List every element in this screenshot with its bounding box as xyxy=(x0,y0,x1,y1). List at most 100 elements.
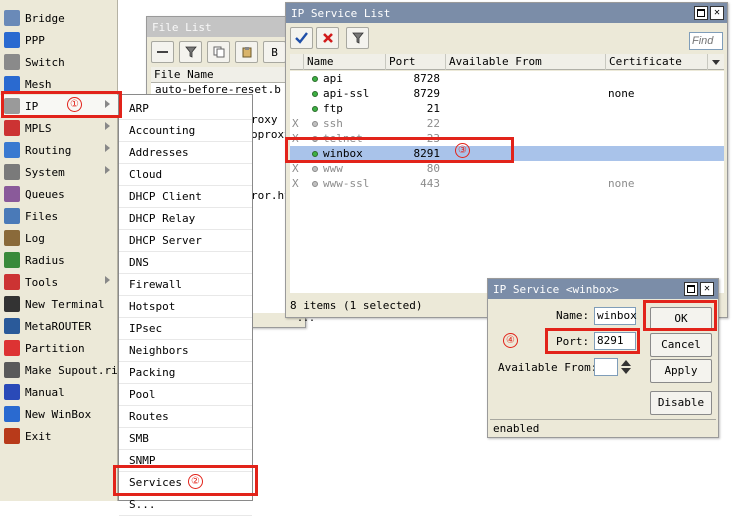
menu-item-pool[interactable]: Pool xyxy=(119,384,252,406)
sidebar-item-tools[interactable]: Tools xyxy=(0,271,118,293)
maximize-button[interactable] xyxy=(694,6,708,20)
sidebar-item-label: PPP xyxy=(25,33,45,47)
enable-button[interactable] xyxy=(290,27,313,49)
cell-cert xyxy=(608,101,708,116)
disable-button[interactable] xyxy=(316,27,339,49)
manual-icon xyxy=(4,384,20,400)
highlight-winbox-row xyxy=(285,137,514,163)
paste-button[interactable] xyxy=(235,41,258,63)
backup-button[interactable]: B xyxy=(263,41,286,63)
sidebar-item-queues[interactable]: Queues xyxy=(0,183,118,205)
available-from-column[interactable]: Available From xyxy=(446,54,606,70)
menu-item-smb[interactable]: SMB xyxy=(119,428,252,450)
certificate-column[interactable]: Certificate xyxy=(606,54,708,70)
cell-from xyxy=(446,176,606,191)
cell-cert xyxy=(608,71,708,86)
menu-item-ipsec[interactable]: IPsec xyxy=(119,318,252,340)
table-row[interactable]: ftp 21 xyxy=(290,101,724,116)
cell-from xyxy=(446,116,606,131)
table-row[interactable]: Xssh 22 xyxy=(290,116,724,131)
close-icon: ✕ xyxy=(713,7,721,18)
service-name: ftp xyxy=(323,102,343,115)
close-icon: ✕ xyxy=(703,283,711,294)
port-column[interactable]: Port xyxy=(386,54,446,70)
menu-item-cloud[interactable]: Cloud xyxy=(119,164,252,186)
file-list-titlebar: File List xyxy=(147,17,305,37)
sidebar-item-bridge[interactable]: Bridge xyxy=(0,7,118,29)
sidebar-item-label: MetaROUTER xyxy=(25,319,92,333)
available-from-spinner[interactable] xyxy=(621,359,631,375)
column-menu-button[interactable] xyxy=(708,54,724,70)
sidebar-item-make-supout-rif[interactable]: Make Supout.rif xyxy=(0,359,124,381)
sidebar-item-mpls[interactable]: MPLS xyxy=(0,117,118,139)
chevron-right-icon xyxy=(105,276,110,284)
sidebar-item-label: Mesh xyxy=(25,77,52,91)
sidebar-item-switch[interactable]: Switch xyxy=(0,51,118,73)
sidebar-item-routing[interactable]: Routing xyxy=(0,139,118,161)
table-row[interactable]: Xwww-ssl 443 none xyxy=(290,176,724,191)
menu-item-dhcp-client[interactable]: DHCP Client xyxy=(119,186,252,208)
ip-service-list-titlebar: IP Service List xyxy=(286,3,727,23)
winbox-icon xyxy=(4,406,20,422)
status-dot-icon xyxy=(312,106,318,112)
service-list-header: Name Port Available From Certificate xyxy=(290,54,724,70)
filter-button[interactable] xyxy=(346,27,369,49)
sidebar-item-partition[interactable]: Partition xyxy=(0,337,118,359)
menu-item-arp[interactable]: ARP xyxy=(119,98,252,120)
filter-button[interactable] xyxy=(179,41,202,63)
name-field[interactable]: winbox xyxy=(594,307,637,325)
cancel-button[interactable]: Cancel xyxy=(650,333,712,357)
table-row[interactable]: api 8728 xyxy=(290,71,724,86)
menu-item-hotspot[interactable]: Hotspot xyxy=(119,296,252,318)
sidebar-item-radius[interactable]: Radius xyxy=(0,249,118,271)
apply-button[interactable]: Apply xyxy=(650,359,712,383)
cell-flag: X xyxy=(292,177,299,190)
sidebar-item-label: System xyxy=(25,165,65,179)
menu-item-neighbors[interactable]: Neighbors xyxy=(119,340,252,362)
menu-item-accounting[interactable]: Accounting xyxy=(119,120,252,142)
sidebar-item-system[interactable]: System xyxy=(0,161,118,183)
name-column[interactable]: Name xyxy=(304,54,386,70)
menu-item-s[interactable]: S... xyxy=(119,494,252,516)
sidebar-item-label: MPLS xyxy=(25,121,52,135)
radius-icon xyxy=(4,252,20,268)
menu-item-routes[interactable]: Routes xyxy=(119,406,252,428)
sidebar-item-label: Routing xyxy=(25,143,72,157)
menu-item-dns[interactable]: DNS xyxy=(119,252,252,274)
cell-cert xyxy=(608,131,708,146)
sidebar-item-new-terminal[interactable]: New Terminal xyxy=(0,293,118,315)
available-from-field[interactable] xyxy=(594,358,618,376)
menu-item-dhcp-server[interactable]: DHCP Server xyxy=(119,230,252,252)
sidebar-item-log[interactable]: Log xyxy=(0,227,118,249)
sidebar-item-ppp[interactable]: PPP xyxy=(0,29,118,51)
sidebar-item-metarouter[interactable]: MetaROUTER xyxy=(0,315,118,337)
find-input[interactable] xyxy=(689,32,723,50)
status-dot-icon xyxy=(312,181,318,187)
menu-item-packing[interactable]: Packing xyxy=(119,362,252,384)
cell-from xyxy=(446,101,606,116)
remove-file-button[interactable] xyxy=(151,41,174,63)
mpls-icon xyxy=(4,120,20,136)
menu-item-dhcp-relay[interactable]: DHCP Relay xyxy=(119,208,252,230)
cell-from xyxy=(446,86,606,101)
sidebar-item-label: Bridge xyxy=(25,11,65,25)
cell-flag xyxy=(292,71,304,86)
menu-item-firewall[interactable]: Firewall xyxy=(119,274,252,296)
dialog-close-button[interactable]: ✕ xyxy=(700,282,714,296)
service-list-body: api 8728 api-ssl 8729 none ftp 21 Xssh 22 Xtelnet… xyxy=(290,71,724,293)
log-icon xyxy=(4,230,20,246)
copy-button[interactable] xyxy=(207,41,230,63)
sidebar-item-exit[interactable]: Exit xyxy=(0,425,118,447)
sidebar-item-manual[interactable]: Manual xyxy=(0,381,118,403)
menu-item-addresses[interactable]: Addresses xyxy=(119,142,252,164)
cell-port: 80 xyxy=(426,162,440,175)
disable-service-button[interactable]: Disable xyxy=(650,391,712,415)
table-row[interactable]: api-ssl 8729 none xyxy=(290,86,724,101)
sidebar-item-files[interactable]: Files xyxy=(0,205,118,227)
service-name: api xyxy=(323,72,343,85)
close-button[interactable]: ✕ xyxy=(710,6,724,20)
dialog-maximize-button[interactable] xyxy=(684,282,698,296)
sidebar-item-new-winbox[interactable]: New WinBox xyxy=(0,403,118,425)
cell-from xyxy=(446,71,606,86)
table-row[interactable]: Xwww 80 xyxy=(290,161,724,176)
